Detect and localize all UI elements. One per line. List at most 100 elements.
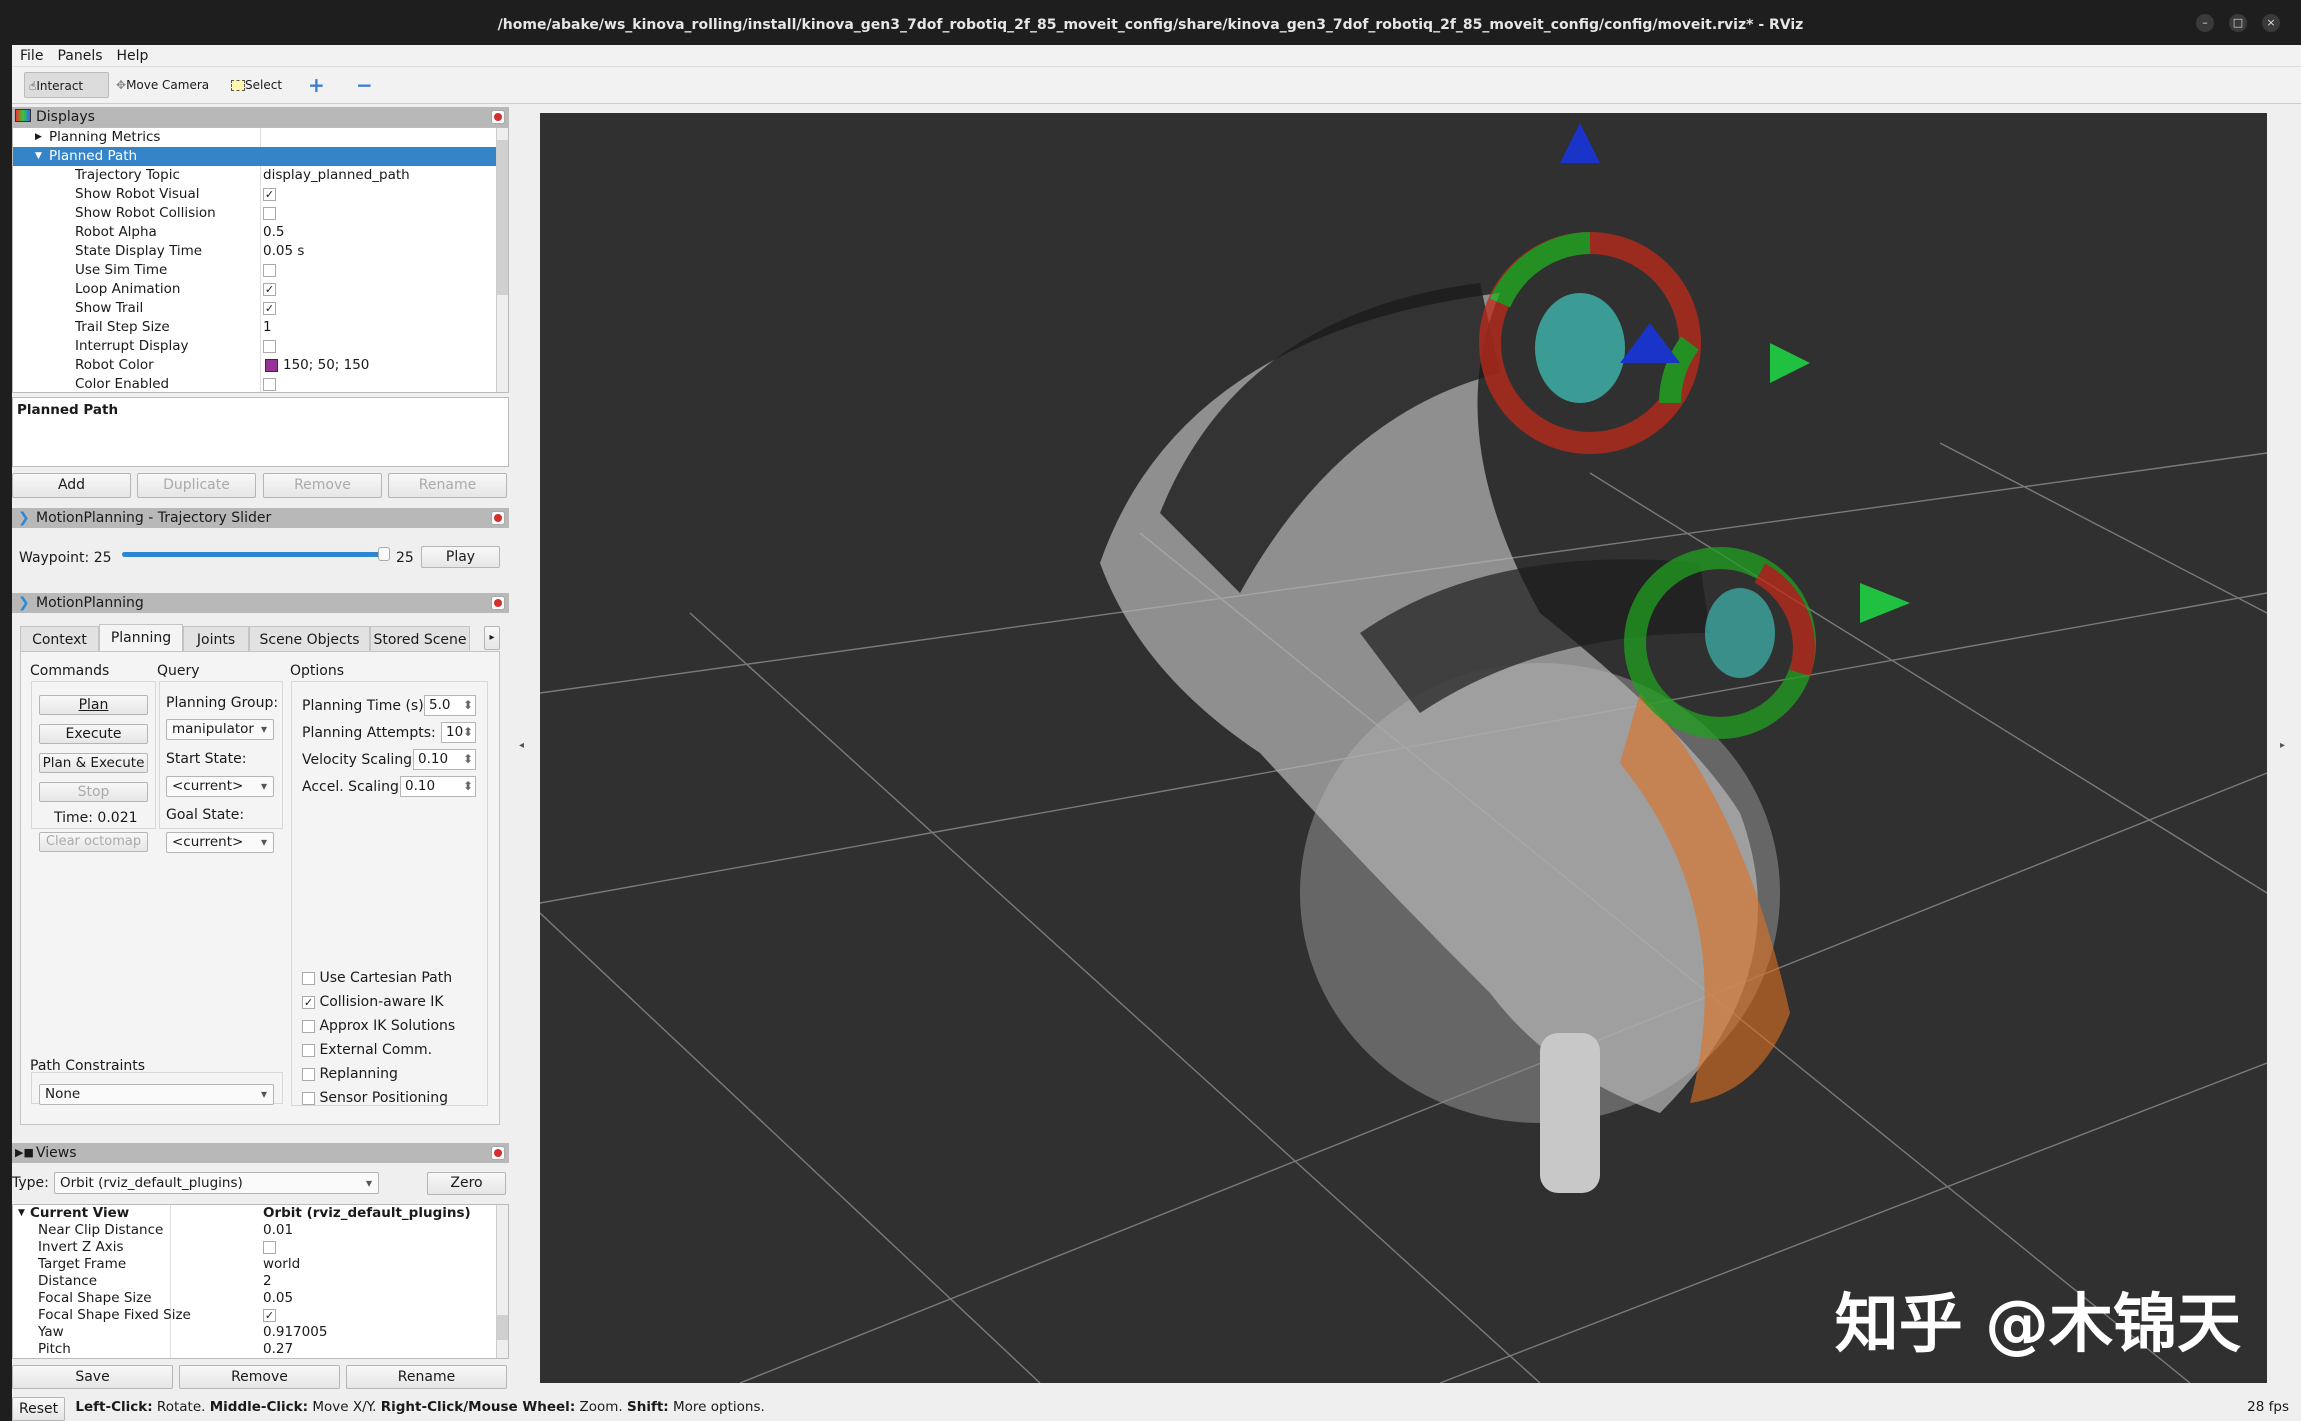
option-checkbox-row[interactable]: Replanning [302, 1066, 398, 1082]
property-row[interactable]: ▼ Planned Path [13, 147, 496, 166]
property-row[interactable]: Robot Color 150; 50; 150 [13, 356, 496, 375]
option-checkbox[interactable] [302, 1091, 315, 1105]
add-display-button[interactable]: Add [12, 473, 131, 498]
tab-context[interactable]: Context [20, 626, 99, 652]
property-checkbox[interactable] [263, 340, 276, 353]
tab-planning[interactable]: Planning [99, 624, 183, 652]
property-checkbox[interactable] [263, 378, 276, 391]
property-row[interactable]: Interrupt Display [13, 337, 496, 356]
option-spinbox[interactable]: 0.10 [400, 776, 476, 797]
color-swatch[interactable] [265, 359, 278, 372]
close-window-button[interactable]: × [2262, 14, 2280, 32]
property-value[interactable]: 0.05 s [263, 242, 304, 261]
interact-tool[interactable]: ☝Interact [24, 72, 109, 98]
goal-state-select[interactable]: <current> [166, 832, 274, 853]
reset-button[interactable]: Reset [12, 1397, 66, 1421]
view-property-row[interactable]: Yaw 0.917005 [13, 1324, 496, 1341]
property-row[interactable]: Robot Alpha 0.5 [13, 223, 496, 242]
y-arrow[interactable] [1860, 583, 1910, 623]
rename-display-button[interactable]: Rename [388, 473, 507, 498]
option-checkbox-row[interactable]: ✓ Collision-aware IK [302, 994, 444, 1010]
remove-display-button[interactable]: Remove [263, 473, 382, 498]
option-spinbox[interactable]: 0.10 [413, 749, 476, 770]
property-value[interactable]: 1 [263, 318, 272, 337]
scrollbar[interactable] [496, 1205, 508, 1358]
view-property-value[interactable]: 0.27 [263, 1341, 293, 1358]
select-tool[interactable]: Select [227, 72, 286, 98]
property-checkbox[interactable]: ✓ [263, 188, 276, 201]
z-arrow[interactable] [1560, 123, 1600, 163]
property-row[interactable]: Color Enabled [13, 375, 496, 394]
option-checkbox-row[interactable]: Sensor Positioning [302, 1090, 448, 1106]
view-property-value[interactable]: 0.01 [263, 1222, 293, 1239]
tab-scroll-right[interactable]: ▸ [484, 626, 500, 650]
y-arrow[interactable] [1770, 343, 1810, 383]
view-property-row[interactable]: Near Clip Distance 0.01 [13, 1222, 496, 1239]
view-property-row[interactable]: Focal Shape Fixed Size ✓ [13, 1307, 496, 1324]
execute-button[interactable]: Execute [39, 724, 148, 744]
view-property-row[interactable]: ▼ Current View Orbit (rviz_default_plugins… [13, 1205, 496, 1222]
property-checkbox[interactable] [263, 207, 276, 220]
property-row[interactable]: Loop Animation ✓ [13, 280, 496, 299]
option-checkbox[interactable] [302, 1043, 315, 1057]
collapse-right-icon[interactable]: ▸ [2280, 740, 2285, 751]
view-property-row[interactable]: Distance 2 [13, 1273, 496, 1290]
tab-joints[interactable]: Joints [183, 626, 249, 652]
move-camera-tool[interactable]: ✥Move Camera [112, 72, 213, 98]
close-panel-icon[interactable] [491, 596, 505, 610]
property-value[interactable]: 150; 50; 150 [283, 356, 369, 375]
view-property-value[interactable]: 0.05 [263, 1290, 293, 1307]
waypoint-slider[interactable] [122, 547, 390, 561]
rename-view-button[interactable]: Rename [346, 1365, 507, 1389]
remove-view-button[interactable]: Remove [179, 1365, 340, 1389]
minimize-button[interactable]: – [2196, 14, 2214, 32]
menu-file[interactable]: File [20, 48, 43, 64]
option-checkbox-row[interactable]: Approx IK Solutions [302, 1018, 455, 1034]
view-property-checkbox[interactable]: ✓ [263, 1309, 276, 1322]
option-checkbox-row[interactable]: Use Cartesian Path [302, 970, 452, 986]
view-property-checkbox[interactable] [263, 1241, 276, 1254]
view-property-value[interactable]: 2 [263, 1273, 272, 1290]
save-view-button[interactable]: Save [12, 1365, 173, 1389]
property-value[interactable]: display_planned_path [263, 166, 410, 185]
stop-button[interactable]: Stop [39, 782, 148, 802]
close-panel-icon[interactable] [491, 110, 505, 124]
scrollbar[interactable] [496, 128, 508, 392]
option-checkbox[interactable] [302, 1019, 315, 1033]
close-panel-icon[interactable] [491, 1146, 505, 1160]
menu-help[interactable]: Help [117, 48, 149, 64]
option-spinbox[interactable]: 10 [441, 722, 476, 743]
option-checkbox[interactable]: ✓ [302, 995, 315, 1009]
expand-down-icon[interactable]: ▼ [35, 147, 42, 166]
play-button[interactable]: Play [421, 546, 500, 568]
property-row[interactable]: Use Sim Time [13, 261, 496, 280]
view-type-select[interactable]: Orbit (rviz_default_plugins) [54, 1172, 379, 1194]
option-checkbox-row[interactable]: External Comm. [302, 1042, 432, 1058]
collapse-left-icon[interactable]: ◂ [519, 740, 524, 751]
view-property-value[interactable]: world [263, 1256, 300, 1273]
add-tool-button[interactable]: + [304, 72, 329, 98]
expand-down-icon[interactable]: ▼ [18, 1205, 25, 1222]
property-checkbox[interactable] [263, 264, 276, 277]
3d-viewport[interactable]: 知乎 @木锦天 [540, 113, 2267, 1383]
view-property-row[interactable]: Invert Z Axis [13, 1239, 496, 1256]
view-property-value[interactable]: 0.917005 [263, 1324, 327, 1341]
property-row[interactable]: Trail Step Size 1 [13, 318, 496, 337]
path-constraints-select[interactable]: None [39, 1084, 274, 1105]
property-row[interactable]: Trajectory Topic display_planned_path [13, 166, 496, 185]
view-property-row[interactable]: Focal Shape Size 0.05 [13, 1290, 496, 1307]
option-checkbox[interactable] [302, 971, 315, 985]
property-checkbox[interactable]: ✓ [263, 283, 276, 296]
expand-right-icon[interactable]: ▶ [35, 128, 42, 147]
z-arrow[interactable] [1620, 323, 1680, 363]
tab-stored-scenes[interactable]: Stored Scene [370, 626, 470, 652]
view-property-row[interactable]: Target Frame world [13, 1256, 496, 1273]
property-checkbox[interactable]: ✓ [263, 302, 276, 315]
view-property-value[interactable]: Orbit (rviz_default_plugins) [263, 1205, 471, 1222]
property-row[interactable]: Show Robot Collision [13, 204, 496, 223]
property-row[interactable]: ▶ Planning Metrics [13, 128, 496, 147]
close-panel-icon[interactable] [491, 511, 505, 525]
property-row[interactable]: Show Robot Visual ✓ [13, 185, 496, 204]
start-state-select[interactable]: <current> [166, 776, 274, 797]
maximize-button[interactable]: □ [2229, 14, 2247, 32]
